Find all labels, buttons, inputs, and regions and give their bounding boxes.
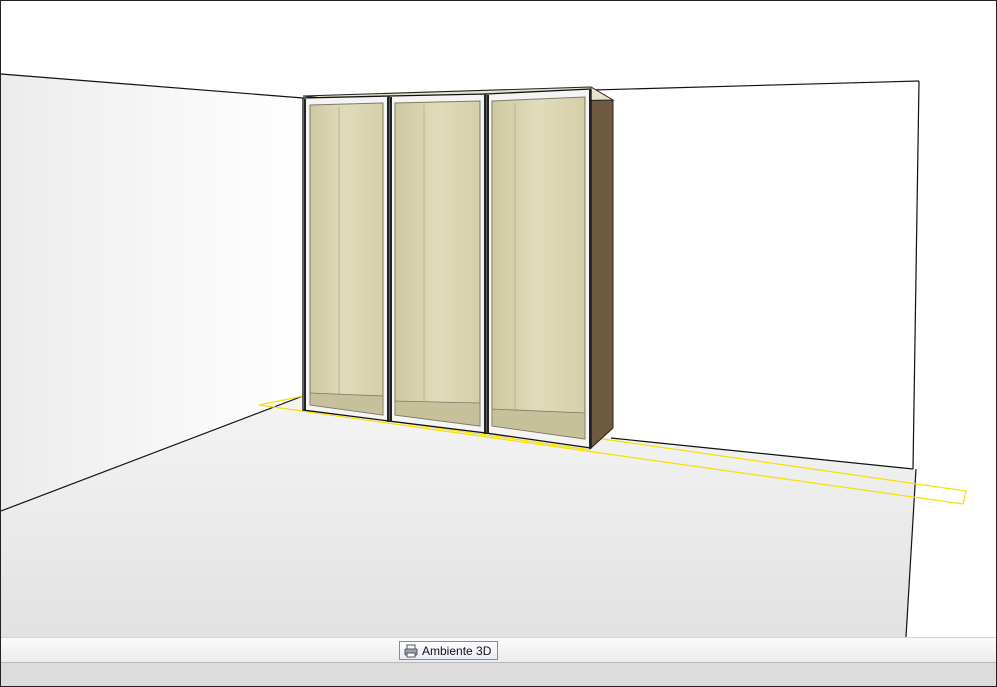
- wardrobe-side-panel: [590, 88, 614, 450]
- view-tab-bar: Ambiente 3D: [1, 637, 996, 662]
- 3d-viewport[interactable]: [1, 1, 996, 637]
- application-window: Ambiente 3D: [0, 0, 997, 687]
- wardrobe-section-3[interactable]: [485, 88, 592, 449]
- tab-label: Ambiente 3D: [422, 643, 492, 658]
- wardrobe[interactable]: [302, 86, 615, 450]
- wardrobe-section-1[interactable]: [302, 95, 390, 422]
- 3d-scene[interactable]: [1, 1, 996, 637]
- printer-icon: [404, 644, 418, 658]
- tab-ambiente-3d[interactable]: Ambiente 3D: [399, 641, 499, 660]
- wardrobe-section-2[interactable]: [388, 93, 487, 434]
- status-bar: [1, 662, 996, 686]
